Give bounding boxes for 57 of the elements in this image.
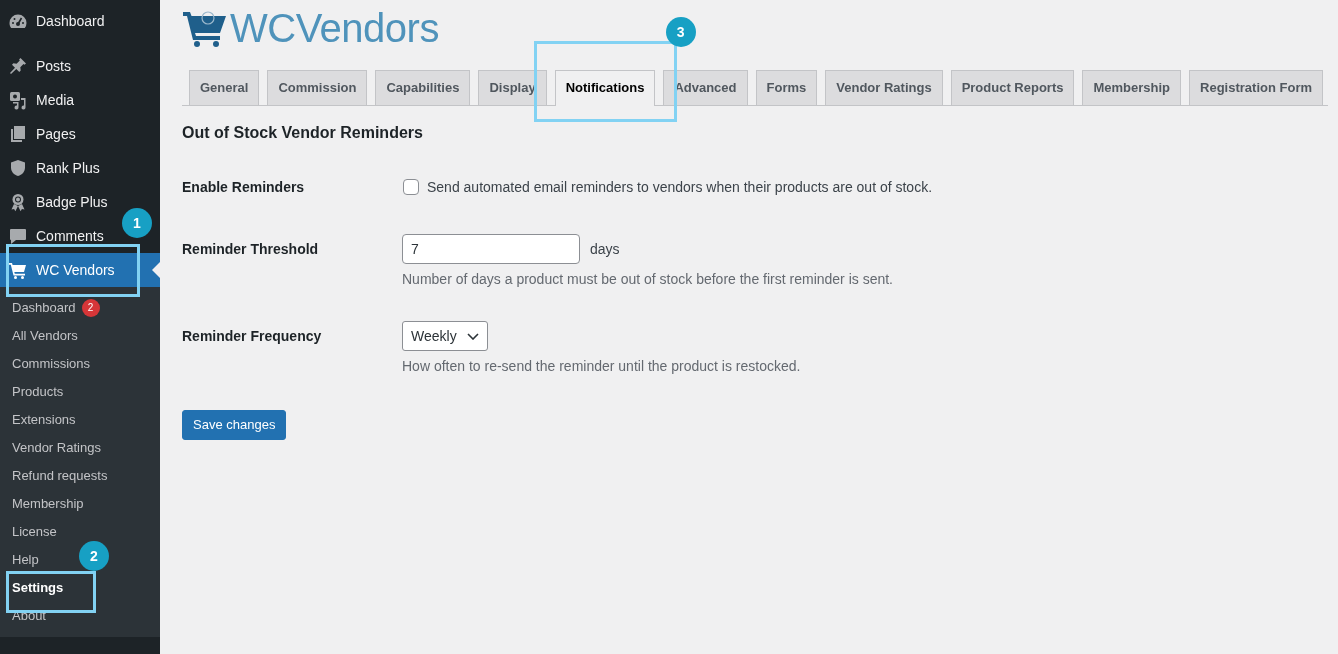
field-description: How often to re-send the reminder until the product is restocked. <box>402 357 801 376</box>
submenu-item[interactable]: License <box>12 523 57 541</box>
submenu-item[interactable]: Membership <box>12 495 84 513</box>
settings-tab[interactable]: Membership <box>1082 70 1182 105</box>
menu-pointer-icon <box>152 262 160 278</box>
media-icon <box>8 90 28 110</box>
sidebar-menu-item[interactable]: Comments <box>0 219 110 253</box>
shield-icon <box>8 158 28 178</box>
chevron-down-icon <box>466 332 479 340</box>
section-title: Out of Stock Vendor Reminders <box>182 123 424 143</box>
field-label: Reminder Threshold <box>182 240 320 259</box>
settings-tab[interactable]: Forms <box>755 70 818 105</box>
unit-label: days <box>590 239 620 259</box>
speech-bubble-icon <box>8 226 28 246</box>
settings-tab[interactable]: Commission <box>267 70 368 105</box>
pushpin-icon <box>8 56 28 76</box>
sidebar-menu-item[interactable]: Pages <box>0 117 82 151</box>
settings-tab[interactable]: General <box>189 70 260 105</box>
settings-tab[interactable]: Product Reports <box>950 70 1075 105</box>
sidebar-menu-item[interactable]: Rank Plus <box>0 151 106 185</box>
submenu-item[interactable]: All Vendors <box>12 327 78 345</box>
settings-tab[interactable]: Capabilities <box>375 70 471 105</box>
step-number-marker: 2 <box>79 541 109 571</box>
frequency-select[interactable]: Weekly <box>402 321 488 351</box>
notification-count: 2 <box>81 299 100 317</box>
award-icon <box>8 192 28 212</box>
save-button[interactable]: Save changes <box>182 410 287 440</box>
checkbox[interactable] <box>403 179 419 195</box>
sidebar-menu-item[interactable]: Badge Plus <box>0 185 114 219</box>
settings-tab[interactable]: Notifications <box>554 70 656 106</box>
settings-tab[interactable]: Vendor Ratings <box>825 70 943 105</box>
cart-icon <box>182 8 228 48</box>
field-label: Enable Reminders <box>182 178 306 197</box>
cart-icon <box>8 260 28 280</box>
submenu-item[interactable]: Refund requests <box>12 467 108 485</box>
submenu-item[interactable]: Help <box>12 551 39 569</box>
sidebar-menu-item[interactable]: Dashboard <box>0 4 111 38</box>
step-number-marker: 1 <box>122 208 152 238</box>
checkbox-label: Send automated email reminders to vendors when their products are out of stock. <box>427 177 933 197</box>
field-label: Reminder Frequency <box>182 327 323 346</box>
logo-text: WCVendors <box>230 8 439 48</box>
submenu-item[interactable]: Extensions <box>12 411 76 429</box>
submenu-item[interactable]: Vendor Ratings <box>12 439 101 457</box>
settings-tab[interactable]: Registration Form <box>1189 70 1323 105</box>
sidebar-menu-item[interactable]: Media <box>0 83 81 117</box>
settings-tab[interactable]: Display <box>478 70 547 105</box>
submenu-item[interactable]: Products <box>12 383 64 401</box>
submenu-item[interactable]: Settings <box>12 579 64 597</box>
settings-tab[interactable]: Advanced <box>663 70 748 105</box>
threshold-input[interactable]: 7 <box>402 234 580 264</box>
pages-icon <box>8 124 28 144</box>
submenu-item[interactable]: Dashboard 2 <box>12 299 100 317</box>
submenu-item[interactable]: Commissions <box>12 355 90 373</box>
field-description: Number of days a product must be out of stock before the first reminder is sent. <box>402 270 893 289</box>
sidebar-menu-item[interactable]: WC Vendors <box>0 253 160 287</box>
sidebar-menu-item[interactable]: Posts <box>0 49 77 83</box>
step-number-marker: 3 <box>665 17 696 47</box>
